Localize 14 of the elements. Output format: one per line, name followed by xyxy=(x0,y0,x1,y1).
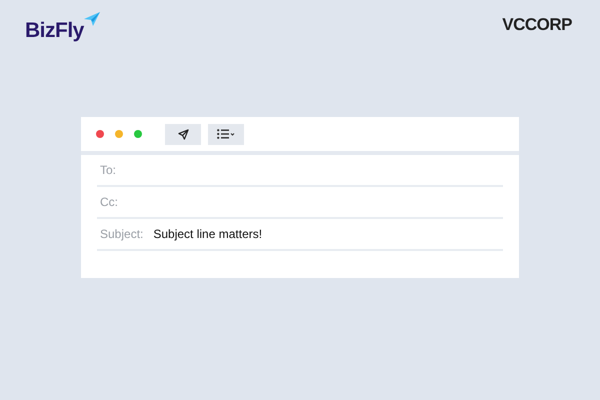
window-control-dot[interactable] xyxy=(115,130,123,138)
paper-plane-icon xyxy=(84,12,100,26)
send-button[interactable] xyxy=(165,124,201,144)
window-control-dot[interactable] xyxy=(96,130,104,138)
field-label: To: xyxy=(100,162,116,179)
brand-logo: BizFly xyxy=(25,20,84,41)
field-label: Cc: xyxy=(100,194,118,211)
list-icon xyxy=(217,129,235,139)
field-label: Subject: xyxy=(100,226,144,243)
format-list-button[interactable] xyxy=(208,124,244,144)
subject-value[interactable]: Subject line matters! xyxy=(153,225,262,243)
send-icon xyxy=(178,128,188,140)
company-logo: VCCORP xyxy=(502,16,572,33)
window-control-dot[interactable] xyxy=(134,130,142,138)
